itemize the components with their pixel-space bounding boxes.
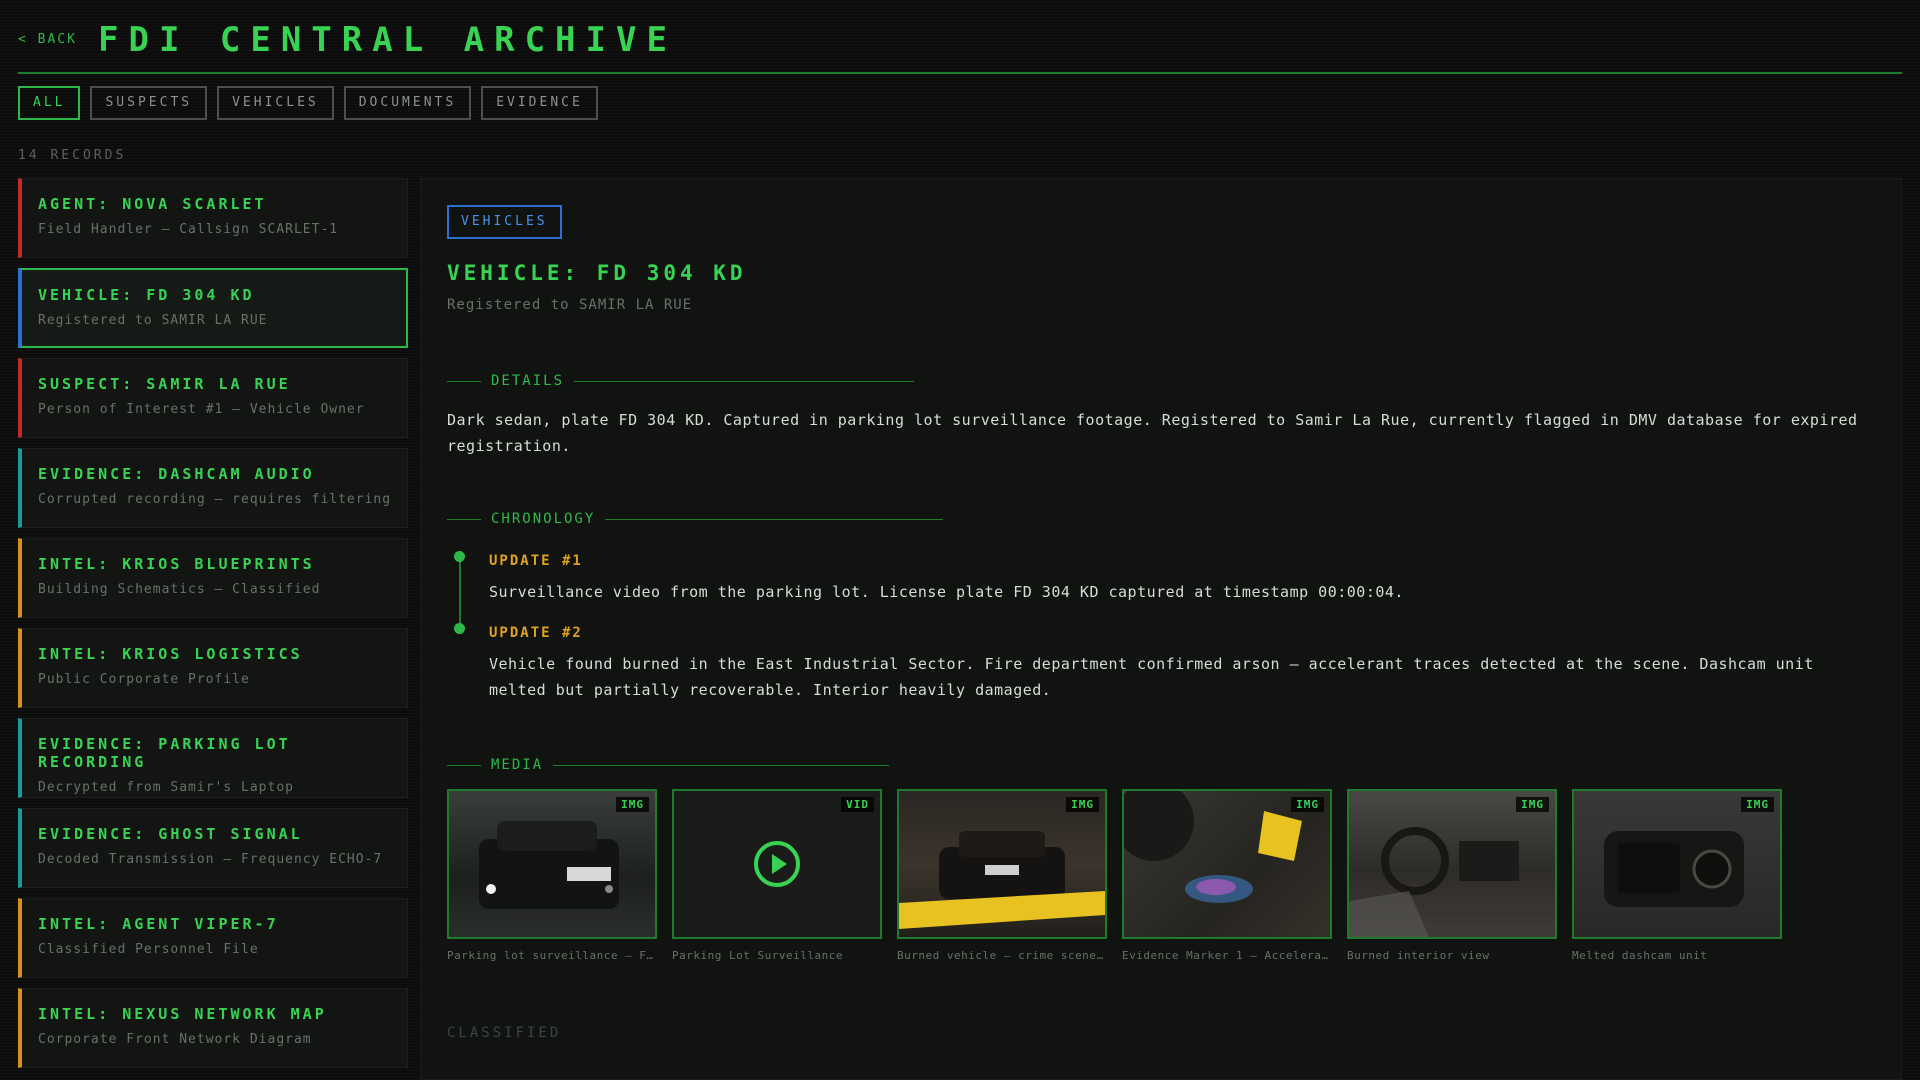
- media-item[interactable]: IMG Melted dashcam unit: [1572, 789, 1782, 962]
- video-thumbnail: VID: [672, 789, 882, 939]
- update-label: UPDATE #2: [489, 625, 583, 641]
- record-title: INTEL: NEXUS NETWORK MAP: [38, 1005, 327, 1023]
- dashcam-icon: [1604, 831, 1744, 907]
- media-gallery: IMG Parking lot surveillance — FD 304 KD…: [447, 789, 1782, 962]
- record-subtitle: Corporate Front Network Diagram: [38, 1032, 312, 1047]
- play-icon[interactable]: [754, 841, 800, 887]
- record-subtitle: Registered to SAMIR LA RUE: [38, 313, 268, 328]
- record-subtitle: Corrupted recording — requires filtering: [38, 492, 392, 507]
- record-title: VEHICLE: FD 304 KD: [38, 286, 255, 304]
- tab-vehicles[interactable]: VEHICLES: [217, 86, 334, 120]
- record-title: INTEL: KRIOS LOGISTICS: [38, 645, 303, 663]
- record-item[interactable]: EVIDENCE: GHOST SIGNAL Decoded Transmiss…: [18, 808, 408, 888]
- media-caption: Parking Lot Surveillance: [672, 949, 843, 962]
- media-type-badge: IMG: [1516, 797, 1549, 812]
- record-subtitle: Public Corporate Profile: [38, 672, 250, 687]
- media-item[interactable]: VID Parking Lot Surveillance: [672, 789, 882, 962]
- media-section-header: MEDIA: [447, 757, 890, 773]
- update-text: Surveillance video from the parking lot.…: [489, 583, 1404, 601]
- record-subtitle: Decrypted from Samir's Laptop: [38, 780, 294, 795]
- tab-all[interactable]: ALL: [18, 86, 81, 120]
- section-label: CHRONOLOGY: [491, 511, 596, 527]
- record-title: EVIDENCE: DASHCAM AUDIO: [38, 465, 315, 483]
- record-title: INTEL: AGENT VIPER-7: [38, 915, 279, 933]
- detail-title: VEHICLE: FD 304 KD: [447, 261, 747, 285]
- media-caption: Melted dashcam unit: [1572, 949, 1708, 962]
- media-type-badge: IMG: [616, 797, 649, 812]
- record-title: AGENT: NOVA SCARLET: [38, 195, 267, 213]
- car-photo-icon: [479, 821, 619, 909]
- car-interior-icon: [1349, 827, 1519, 937]
- record-item[interactable]: INTEL: NEXUS NETWORK MAP Corporate Front…: [18, 988, 408, 1068]
- record-item-selected[interactable]: VEHICLE: FD 304 KD Registered to SAMIR L…: [18, 268, 408, 348]
- record-item[interactable]: AGENT: NOVA SCARLET Field Handler — Call…: [18, 178, 408, 258]
- chronology-section-header: CHRONOLOGY: [447, 511, 944, 527]
- media-type-badge: IMG: [1741, 797, 1774, 812]
- media-caption: Parking lot surveillance — FD 304 KD: [447, 949, 657, 962]
- section-label: DETAILS: [491, 373, 565, 389]
- dashcam-thumbnail: IMG: [1572, 789, 1782, 939]
- timeline-line: [459, 557, 461, 629]
- media-type-badge: VID: [841, 797, 874, 812]
- tab-evidence[interactable]: EVIDENCE: [481, 86, 598, 120]
- record-subtitle: Classified Personnel File: [38, 942, 259, 957]
- record-title: INTEL: KRIOS BLUEPRINTS: [38, 555, 315, 573]
- records-count: 14 RECORDS: [18, 148, 127, 163]
- car-photo-icon: [899, 831, 1105, 929]
- divider: [447, 518, 481, 520]
- record-subtitle: Person of Interest #1 — Vehicle Owner: [38, 402, 365, 417]
- back-button[interactable]: < BACK: [18, 32, 77, 47]
- divider: [553, 764, 890, 766]
- update-text: Vehicle found burned in the East Industr…: [489, 655, 1814, 699]
- record-subtitle: Field Handler — Callsign SCARLET-1: [38, 222, 339, 237]
- car-photo-thumbnail: IMG: [897, 789, 1107, 939]
- record-item[interactable]: EVIDENCE: PARKING LOT RECORDING Decrypte…: [18, 718, 408, 798]
- records-list: AGENT: NOVA SCARLET Field Handler — Call…: [18, 178, 408, 1078]
- detail-panel: VEHICLES VEHICLE: FD 304 KD Registered t…: [420, 178, 1902, 1080]
- category-tag: VEHICLES: [447, 205, 562, 239]
- media-type-badge: IMG: [1291, 797, 1324, 812]
- record-item[interactable]: INTEL: AGENT VIPER-7 Classified Personne…: [18, 898, 408, 978]
- record-subtitle: Building Schematics — Classified: [38, 582, 321, 597]
- evidence-marker-thumbnail: IMG: [1122, 789, 1332, 939]
- page-title: FDI CENTRAL ARCHIVE: [98, 20, 677, 60]
- divider: [605, 518, 944, 520]
- record-subtitle: Decoded Transmission — Frequency ECHO-7: [38, 852, 383, 867]
- media-item[interactable]: IMG Burned interior view: [1347, 789, 1557, 962]
- divider: [574, 380, 915, 382]
- evidence-marker-icon: [1124, 791, 1302, 903]
- timeline-dot: [454, 551, 465, 562]
- media-caption: Burned interior view: [1347, 949, 1490, 962]
- tab-suspects[interactable]: SUSPECTS: [90, 86, 208, 120]
- header: < BACK FDI CENTRAL ARCHIVE: [18, 18, 1902, 74]
- record-title: EVIDENCE: PARKING LOT RECORDING: [38, 735, 291, 771]
- record-title: SUSPECT: SAMIR LA RUE: [38, 375, 291, 393]
- media-caption: Burned vehicle — crime scene tape: [897, 949, 1107, 962]
- record-title: EVIDENCE: GHOST SIGNAL: [38, 825, 303, 843]
- car-photo-thumbnail: IMG: [447, 789, 657, 939]
- record-item[interactable]: INTEL: KRIOS BLUEPRINTS Building Schemat…: [18, 538, 408, 618]
- details-section-header: DETAILS: [447, 373, 915, 389]
- divider: [447, 764, 481, 766]
- media-caption: Evidence Marker 1 — Accelerant residue: [1122, 949, 1332, 962]
- filter-tabs: ALL SUSPECTS VEHICLES DOCUMENTS EVIDENCE: [18, 86, 598, 120]
- record-item[interactable]: EVIDENCE: DASHCAM AUDIO Corrupted record…: [18, 448, 408, 528]
- detail-subtitle: Registered to SAMIR LA RUE: [447, 297, 693, 313]
- timeline-dot: [454, 623, 465, 634]
- divider: [447, 380, 481, 382]
- media-item[interactable]: IMG Parking lot surveillance — FD 304 KD: [447, 789, 657, 962]
- update-label: UPDATE #1: [489, 553, 583, 569]
- car-interior-thumbnail: IMG: [1347, 789, 1557, 939]
- media-item[interactable]: IMG Evidence Marker 1 — Accelerant resid…: [1122, 789, 1332, 962]
- details-text: Dark sedan, plate FD 304 KD. Captured in…: [447, 411, 1858, 455]
- record-item[interactable]: INTEL: KRIOS LOGISTICS Public Corporate …: [18, 628, 408, 708]
- record-item[interactable]: SUSPECT: SAMIR LA RUE Person of Interest…: [18, 358, 408, 438]
- tab-documents[interactable]: DOCUMENTS: [343, 86, 472, 120]
- media-type-badge: IMG: [1066, 797, 1099, 812]
- section-label: MEDIA: [491, 757, 544, 773]
- media-item[interactable]: IMG Burned vehicle — crime scene tape: [897, 789, 1107, 962]
- classified-section-label: CLASSIFIED: [447, 1025, 562, 1041]
